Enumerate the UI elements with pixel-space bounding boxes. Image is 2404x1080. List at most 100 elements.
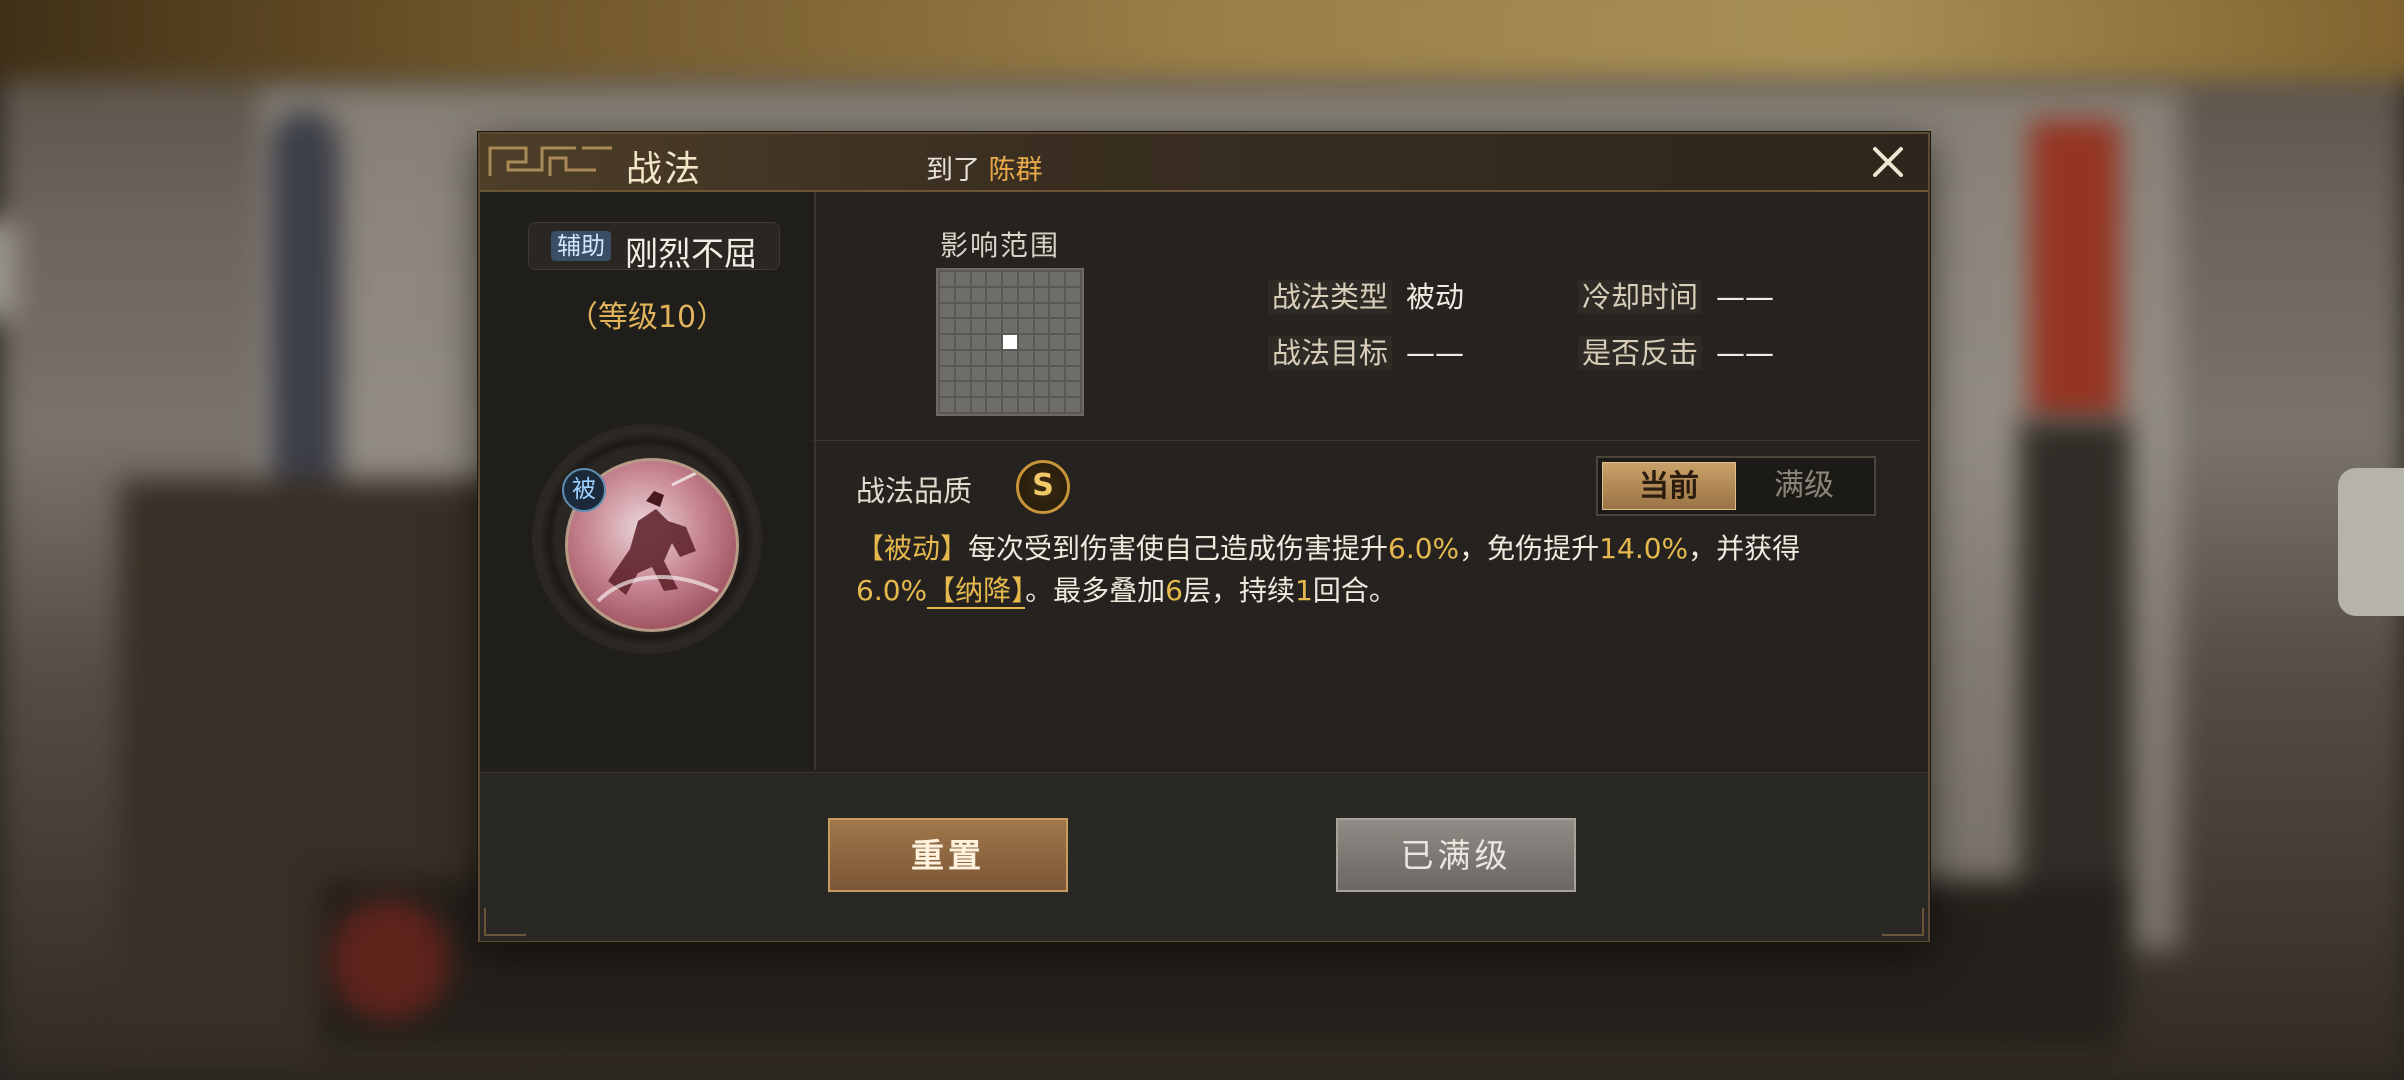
range-grid xyxy=(936,268,1084,416)
range-cell xyxy=(1034,350,1049,365)
desc-text: 回合。 xyxy=(1312,574,1397,607)
range-cell xyxy=(1066,350,1080,365)
desc-value: 1 xyxy=(1295,574,1313,607)
maxed-button[interactable]: 已满级 xyxy=(1336,818,1576,892)
range-cell xyxy=(1034,272,1049,286)
range-cell xyxy=(955,287,970,302)
range-cell xyxy=(971,335,986,349)
desc-text: ，免伤提升 xyxy=(1459,532,1600,565)
range-cell xyxy=(1003,319,1017,334)
range-cell xyxy=(1003,272,1017,286)
range-cell xyxy=(987,382,1002,397)
desc-text: 每次受到伤害使自己造成伤害提升 xyxy=(968,532,1389,565)
range-cell xyxy=(1018,366,1033,381)
title-ornament-icon xyxy=(488,146,612,176)
range-label: 影响范围 xyxy=(940,229,1061,262)
info-value: —— xyxy=(1406,336,1465,370)
info-skill-type: 战法类型 被动 xyxy=(1268,274,1464,316)
range-cell xyxy=(1034,366,1049,381)
info-label: 冷却时间 xyxy=(1578,280,1703,314)
range-cell xyxy=(1018,398,1033,412)
tab-current[interactable]: 当前 xyxy=(1602,462,1736,510)
range-cell xyxy=(955,398,970,412)
range-cell xyxy=(1034,303,1049,318)
range-cell xyxy=(955,366,970,381)
range-cell xyxy=(940,319,954,334)
range-cell xyxy=(987,335,1002,349)
range-cell xyxy=(1066,287,1080,302)
range-cell xyxy=(1066,382,1080,397)
status-link[interactable]: 【纳降】 xyxy=(927,574,1026,609)
range-cell xyxy=(1018,287,1033,302)
range-cell xyxy=(1003,303,1017,318)
range-cell xyxy=(955,272,970,286)
range-cell-active xyxy=(1003,335,1017,349)
range-cell xyxy=(987,303,1002,318)
range-cell xyxy=(971,350,986,365)
info-value: 被动 xyxy=(1406,280,1465,314)
range-cell xyxy=(1034,398,1049,412)
range-cell xyxy=(940,303,954,318)
range-cell xyxy=(987,272,1002,286)
info-counter: 是否反击 —— xyxy=(1578,330,1774,372)
range-cell xyxy=(940,350,954,365)
range-cell xyxy=(987,398,1002,412)
dialog-subtitle: 到了 陈群 xyxy=(926,148,1043,187)
skill-name-box: 辅助 刚烈不屈 xyxy=(528,222,780,273)
range-cell xyxy=(1003,287,1017,302)
subtitle-prefix: 到了 xyxy=(926,155,980,186)
quality-grade-badge: S xyxy=(1016,460,1070,514)
corner-ornament xyxy=(484,908,526,936)
desc-value: 6 xyxy=(1165,574,1183,607)
range-cell xyxy=(1050,303,1065,318)
info-value: —— xyxy=(1716,280,1775,314)
range-cell xyxy=(940,366,954,381)
range-cell xyxy=(1018,303,1033,318)
range-cell xyxy=(1066,366,1080,381)
desc-value: 6.0% xyxy=(856,574,928,607)
skill-summary-panel: 辅助 刚烈不屈 （等级10） 被 xyxy=(480,192,816,770)
divider xyxy=(812,440,1920,441)
tab-max-level[interactable]: 满级 xyxy=(1738,462,1870,510)
range-cell xyxy=(955,319,970,334)
skill-level: （等级10） xyxy=(567,300,727,335)
desc-value: 6.0% xyxy=(1388,532,1460,565)
desc-tag: 【被动】 xyxy=(856,532,969,565)
info-target: 战法目标 —— xyxy=(1268,330,1464,372)
info-label: 战法类型 xyxy=(1268,280,1393,314)
range-cell xyxy=(1050,350,1065,365)
close-icon[interactable] xyxy=(1870,144,1906,180)
range-cell xyxy=(1018,272,1033,286)
range-cell xyxy=(1003,350,1017,365)
reset-button[interactable]: 重置 xyxy=(828,818,1068,892)
corner-ornament xyxy=(1882,908,1924,936)
range-cell xyxy=(1003,382,1017,397)
range-cell xyxy=(987,287,1002,302)
range-cell xyxy=(971,319,986,334)
range-cell xyxy=(971,287,986,302)
range-cell xyxy=(1050,272,1065,286)
skill-name: 刚烈不屈 xyxy=(625,234,757,273)
desc-text: 。最多叠加 xyxy=(1025,574,1166,607)
range-cell xyxy=(987,319,1002,334)
range-cell xyxy=(1066,398,1080,412)
range-cell xyxy=(987,350,1002,365)
range-cell xyxy=(1066,303,1080,318)
general-name[interactable]: 陈群 xyxy=(989,155,1043,186)
range-cell xyxy=(1050,398,1065,412)
range-cell xyxy=(971,382,986,397)
info-cooldown: 冷却时间 —— xyxy=(1578,274,1774,316)
desc-text: 层，持续 xyxy=(1183,574,1296,607)
passive-badge: 被 xyxy=(562,468,606,512)
range-cell xyxy=(971,366,986,381)
range-cell xyxy=(1034,319,1049,334)
range-cell xyxy=(1018,335,1033,349)
range-cell xyxy=(1050,335,1065,349)
range-cell xyxy=(1050,366,1065,381)
range-cell xyxy=(1050,319,1065,334)
dialog-title: 战法 xyxy=(626,149,703,190)
info-label: 是否反击 xyxy=(1578,336,1703,370)
range-cell xyxy=(940,398,954,412)
range-cell xyxy=(1003,366,1017,381)
quality-label: 战法品质 xyxy=(856,474,973,508)
